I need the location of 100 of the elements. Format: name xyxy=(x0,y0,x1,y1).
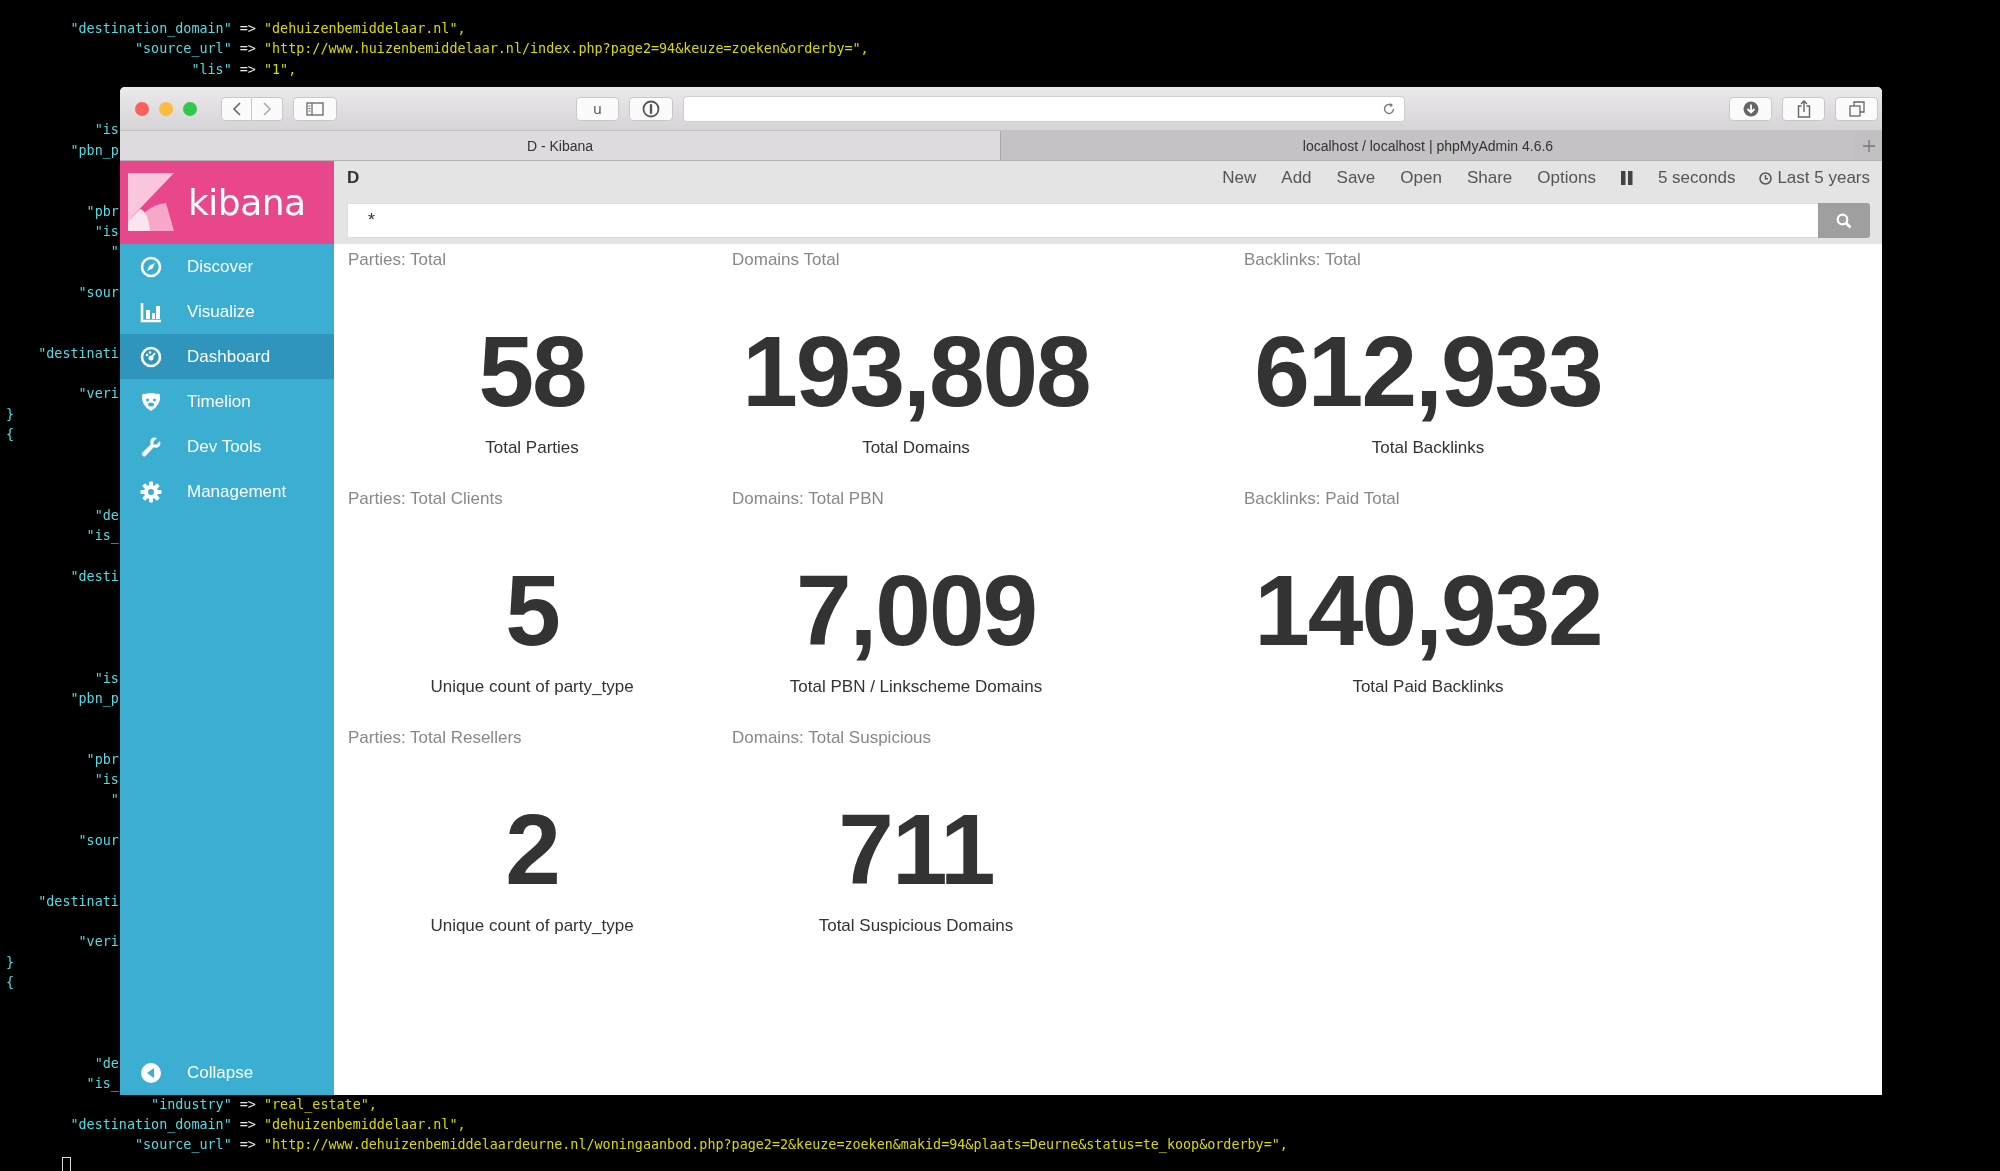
menu-link[interactable]: New xyxy=(1222,168,1257,188)
panel-title: Domains Total xyxy=(732,249,840,271)
panel-title: Backlinks: Total xyxy=(1244,249,1361,271)
refresh-interval-link[interactable]: 5 seconds xyxy=(1657,168,1736,188)
terminal-line: "destinati xyxy=(37,344,119,363)
terminal-line: " xyxy=(109,791,119,810)
new-tab-icon[interactable] xyxy=(1862,139,1875,152)
terminal-line: "destinati xyxy=(37,892,119,911)
tabs-icon xyxy=(1848,100,1865,117)
terminal-line: "is xyxy=(93,771,119,789)
terminal-line: "de xyxy=(93,1055,119,1074)
back-button[interactable] xyxy=(221,96,252,121)
gear-icon xyxy=(140,480,162,503)
compass-icon xyxy=(140,255,162,278)
metric-value: 58 xyxy=(478,321,586,421)
query-field[interactable]: * xyxy=(347,203,1818,238)
terminal-line: "pbr xyxy=(85,750,119,769)
menu-link[interactable]: Open xyxy=(1400,168,1442,188)
metric-value: 7,009 xyxy=(795,560,1037,660)
clock-icon xyxy=(1759,171,1773,185)
terminal-line: "desti xyxy=(69,568,119,586)
menu-link[interactable]: Share xyxy=(1466,168,1513,188)
terminal-line: "is_ xyxy=(85,527,119,546)
share-button[interactable] xyxy=(1782,96,1825,121)
terminal-line: "destination_domain" => "dehuizenbemiddelaar.nl", xyxy=(69,20,466,39)
terminal-line: "de xyxy=(93,507,119,526)
terminal-line: } xyxy=(6,405,15,424)
text-cursor xyxy=(62,1156,71,1171)
terminal-line: "is xyxy=(93,669,119,688)
terminal-line: "pbn_p xyxy=(69,141,119,161)
terminal-line: "pbr xyxy=(85,202,119,221)
browser-tab[interactable]: D - Kibana xyxy=(120,131,1000,160)
metric-value: 711 xyxy=(838,799,994,899)
terminal-line: "sour xyxy=(77,831,119,850)
panel-title: Parties: Total Clients xyxy=(348,488,503,510)
close-button[interactable] xyxy=(135,101,149,116)
extension-button[interactable]: u xyxy=(576,96,619,121)
metric-value: 612,933 xyxy=(1254,321,1602,421)
terminal-line: "source_url" => "http://www.huizenbemiddelaar.nl/index.php?page2=94&keuze=zoeken&orderby=", xyxy=(134,40,869,59)
menu-link[interactable]: Save xyxy=(1336,168,1376,188)
search-button[interactable] xyxy=(1818,203,1870,238)
tabs-button[interactable] xyxy=(1835,96,1878,121)
panel-title: Parties: Total xyxy=(348,249,446,271)
terminal-line: "destination_domain" => "dehuizenbemiddelaar.nl", xyxy=(69,1116,466,1135)
gauge-icon xyxy=(140,345,162,368)
metric-label: Total Paid Backlinks xyxy=(1352,677,1504,697)
panel-title: Backlinks: Paid Total xyxy=(1244,488,1400,510)
terminal-line: "industry" => "real_estate", xyxy=(150,1095,377,1115)
metric-label: Total Backlinks xyxy=(1371,438,1485,458)
metric-value: 5 xyxy=(505,560,559,660)
metric-label: Unique count of party_type xyxy=(430,677,634,697)
nav-item[interactable]: Dashboard xyxy=(120,334,334,379)
forward-button[interactable] xyxy=(252,96,283,121)
terminal-line: "is_ xyxy=(85,1075,119,1094)
search-icon xyxy=(1836,212,1852,229)
terminal-line: "veri xyxy=(77,933,119,952)
sidebar-button[interactable] xyxy=(293,96,337,121)
reload-icon xyxy=(1382,101,1396,116)
terminal-line: " xyxy=(109,243,119,262)
keyhole-icon xyxy=(642,99,660,118)
terminal-line: "is xyxy=(93,222,119,241)
bear-face-icon xyxy=(140,390,162,413)
download-button[interactable] xyxy=(1729,96,1772,121)
dashboard-title: D xyxy=(347,168,360,188)
terminal-line: "pbn_p xyxy=(69,689,119,709)
pause-icon[interactable] xyxy=(1620,171,1633,185)
terminal-line: "sour xyxy=(77,283,119,302)
zoom-button[interactable] xyxy=(183,101,197,116)
metric-label: Total Domains xyxy=(862,438,970,458)
metric-label: Total Suspicious Domains xyxy=(818,916,1014,936)
metric-label: Total Parties xyxy=(485,438,579,458)
terminal-line: "source_url" => "http://www.dehuizenbemiddelaardeurne.nl/woningaanbod.php?page2=2&keuze=zoeken&makid=94&plaats=Deurne&status=te_koop&orderby=", xyxy=(134,1136,1288,1155)
menu-link[interactable]: Options xyxy=(1537,168,1596,188)
share-icon xyxy=(1796,99,1811,118)
terminal-line: "veri xyxy=(77,385,119,404)
metric-value: 140,932 xyxy=(1254,560,1602,660)
bar-chart-icon xyxy=(140,300,162,323)
menu-link[interactable]: Add xyxy=(1281,168,1312,188)
chevron-left-icon xyxy=(231,101,242,116)
metric-label: Unique count of party_type xyxy=(430,916,634,936)
download-icon xyxy=(1742,100,1759,117)
logo-text: kibana xyxy=(188,182,306,223)
chevron-right-icon xyxy=(262,101,272,116)
metric-value: 2 xyxy=(505,799,559,899)
terminal-line: "is xyxy=(93,121,119,140)
panel-title: Parties: Total Resellers xyxy=(348,727,522,749)
terminal-line: { xyxy=(6,425,15,444)
time-range-link[interactable]: Last 5 years xyxy=(1777,168,1870,188)
terminal-line: "lis" => "1", xyxy=(190,60,297,79)
collapse-icon xyxy=(140,1061,162,1084)
panel-title: Domains: Total PBN xyxy=(732,488,884,510)
metric-label: Total PBN / Linkscheme Domains xyxy=(789,677,1043,697)
terminal-line: { xyxy=(6,973,15,992)
password-button[interactable] xyxy=(629,96,673,121)
metric-value: 193,808 xyxy=(742,321,1090,421)
terminal-line: } xyxy=(6,953,15,972)
minimize-button[interactable] xyxy=(159,101,173,116)
address-bar[interactable] xyxy=(683,95,1405,122)
sidebar-icon xyxy=(306,101,324,116)
wrench-icon xyxy=(140,435,162,458)
